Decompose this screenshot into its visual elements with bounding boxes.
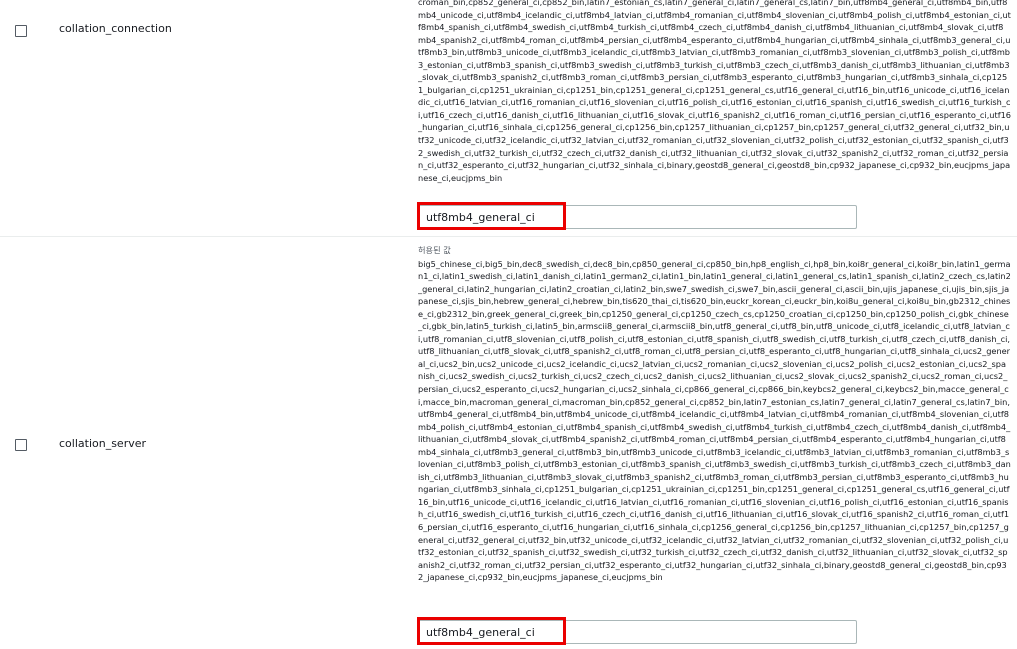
parameter-name: collation_connection [59, 22, 172, 35]
parameter-name: collation_server [59, 437, 147, 450]
allowed-values-text: croman_bin,cp852_general_ci,cp852_bin,la… [418, 0, 1011, 183]
parameter-row: collation_server 허용된 값 big5_chinese_ci,b… [0, 237, 1017, 649]
parameter-value-input[interactable] [418, 205, 857, 229]
row-select-checkbox[interactable] [15, 25, 27, 37]
allowed-values-list: croman_bin,cp852_general_ci,cp852_bin,la… [418, 0, 1011, 201]
parameter-value-input[interactable] [418, 620, 857, 644]
row-select-checkbox[interactable] [15, 439, 27, 451]
parameter-row: collation_connection croman_bin,cp852_ge… [0, 0, 1017, 237]
allowed-values-text: big5_chinese_ci,big5_bin,dec8_swedish_ci… [418, 258, 1011, 583]
allowed-values-label: 허용된 값 [418, 245, 451, 255]
allowed-values-list: 허용된 값 big5_chinese_ci,big5_bin,dec8_swed… [418, 244, 1011, 620]
